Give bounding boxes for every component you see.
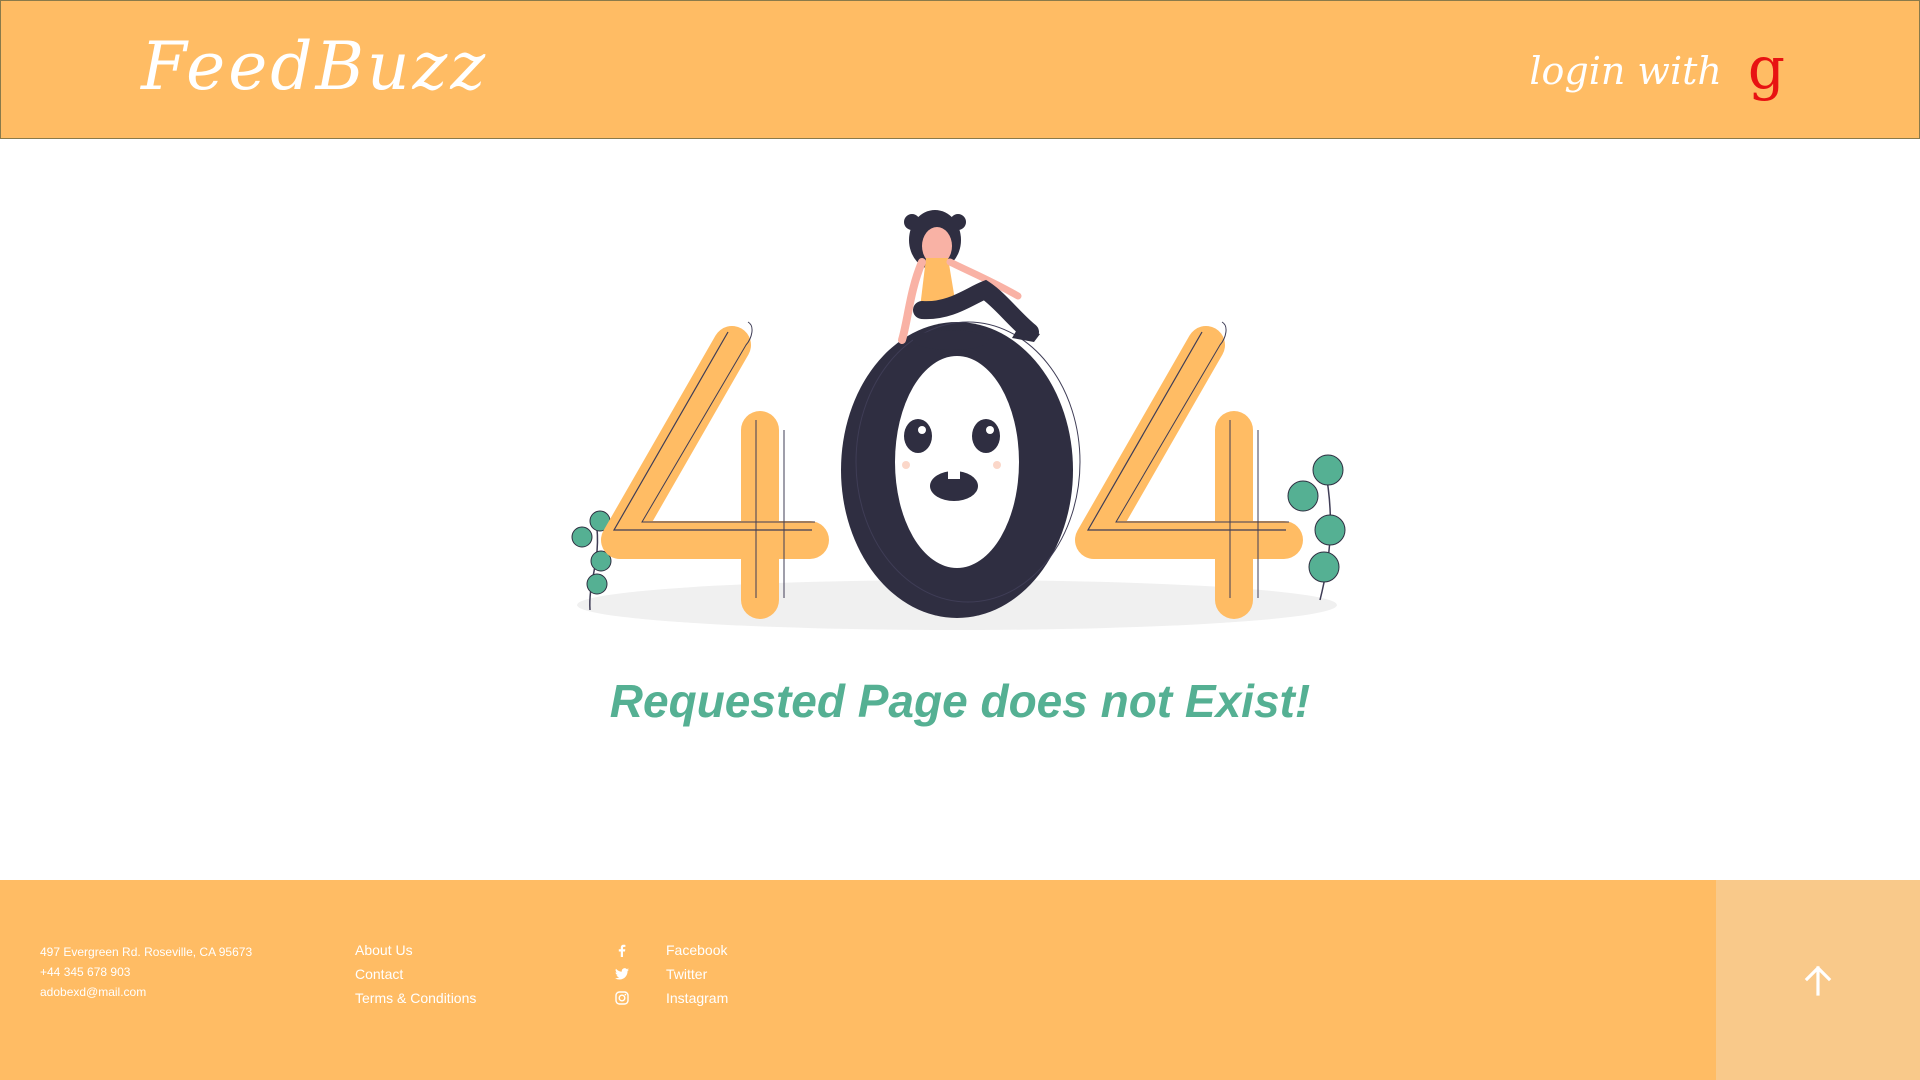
login-with-google-button[interactable]: login with g	[1529, 34, 1785, 102]
contact-link[interactable]: Contact	[355, 962, 476, 986]
right-eye	[972, 419, 1000, 453]
instagram-link[interactable]: Instagram	[612, 986, 728, 1010]
twitter-label: Twitter	[666, 966, 708, 982]
facebook-link[interactable]: Facebook	[612, 938, 728, 962]
footer: 497 Evergreen Rd. Roseville, CA 95673 +4…	[0, 880, 1920, 1080]
facebook-icon	[612, 942, 632, 958]
instagram-icon	[612, 990, 632, 1006]
footer-links: About Us Contact Terms & Conditions	[355, 938, 476, 1010]
scroll-to-top-button[interactable]	[1716, 880, 1920, 1080]
facebook-label: Facebook	[666, 942, 728, 958]
twitter-icon	[612, 966, 632, 982]
email-text: adobexd@mail.com	[40, 985, 147, 999]
left-plant-icon	[571, 510, 612, 611]
site-logo[interactable]: FeedBuzz	[141, 27, 488, 107]
social-links: Facebook Twitter Instagram	[612, 938, 728, 1010]
digit-zero	[841, 321, 1081, 618]
digit-four-right	[1075, 321, 1303, 619]
error-message: Requested Page does not Exist!	[609, 675, 1311, 727]
left-eye	[904, 419, 932, 453]
instagram-label: Instagram	[666, 990, 729, 1006]
digit-four-left	[601, 321, 829, 619]
contact-info: 497 Evergreen Rd. Roseville, CA 95673 +4…	[40, 942, 252, 1002]
twitter-link[interactable]: Twitter	[612, 962, 728, 986]
about-us-link[interactable]: About Us	[355, 938, 476, 962]
header: FeedBuzz login with g	[0, 0, 1920, 139]
terms-link[interactable]: Terms & Conditions	[355, 986, 476, 1010]
arrow-up-icon	[1804, 965, 1832, 996]
phone-text: +44 345 678 903	[40, 965, 131, 979]
address-text: 497 Evergreen Rd. Roseville, CA 95673	[40, 945, 253, 959]
login-label: login with	[1529, 49, 1722, 93]
404-illustration	[571, 210, 1346, 630]
google-icon: g	[1747, 34, 1785, 102]
